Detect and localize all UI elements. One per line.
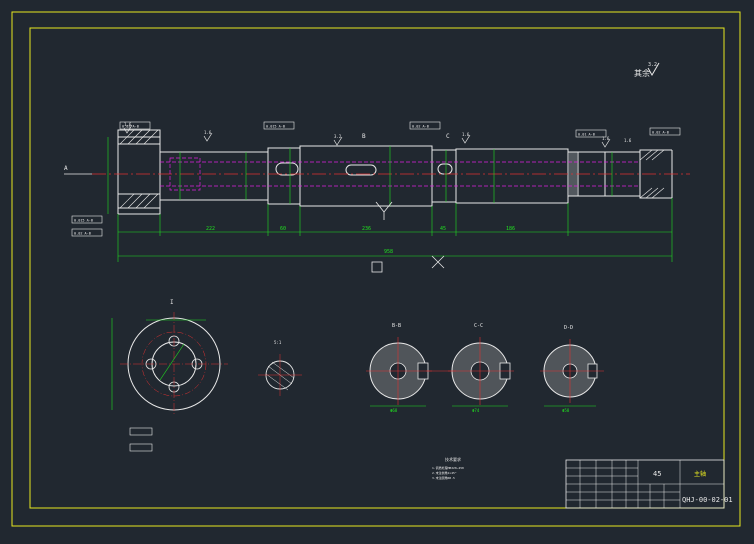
tolerance-frame-7: 0.02 A-B — [652, 131, 669, 135]
tech-req-line-1: 1.调质处理HB220~250 — [432, 465, 464, 470]
roughness-3: 3.2 — [334, 134, 342, 139]
outer-border — [11, 11, 741, 527]
flange-tolerance-frame — [129, 427, 153, 436]
surface-roughness-note: 其余 3.2 — [634, 62, 660, 78]
tolerance-frame-6: 0.01 A-B — [578, 133, 595, 137]
tolerance-frame-3: 0.02 A-B — [74, 232, 91, 236]
tech-req-line-3: 3.未注圆角R0.5 — [432, 475, 455, 480]
title-block-material: 45 — [653, 470, 661, 478]
section-dim-2: Φ74 — [472, 408, 480, 413]
datum-symbols — [371, 201, 445, 273]
dim-958: 958 — [384, 249, 393, 255]
tolerance-frame-4: 0.015 A-B — [266, 125, 285, 129]
title-block-drawing-number: QHJ-00-02-01 — [682, 496, 733, 504]
detail-label: I — [170, 299, 174, 306]
cross-section-2: C-C Φ74 — [448, 323, 514, 413]
section-dim-1: Φ68 — [390, 408, 398, 413]
datum-a: A — [64, 165, 68, 172]
section-label-c: C-C — [474, 323, 483, 329]
roughness-6: 1.6 — [624, 138, 632, 143]
roughness-2: 1.6 — [204, 130, 212, 135]
inner-border — [29, 27, 725, 509]
cross-section-3: D-D Φ58 — [540, 325, 604, 413]
dim-222: 222 — [206, 226, 215, 232]
length-dimension-labels: 222 60 236 45 186 958 — [206, 226, 515, 255]
datum-c: C — [446, 133, 450, 140]
tech-req-title: 技术要求 — [445, 456, 461, 462]
cad-drawing-canvas[interactable]: 其余 3.2 222 60 236 45 186 958 A B C 1.6 1… — [0, 0, 754, 540]
surface-note-text: 其余 — [634, 68, 650, 78]
dim-186: 186 — [506, 226, 515, 232]
section-label-d: D-D — [564, 325, 573, 331]
roughness-marks: 1.6 1.6 3.2 1.6 1.6 1.6 — [124, 122, 632, 143]
tolerance-frames — [71, 121, 681, 237]
drawing-sheet: 其余 3.2 222 60 236 45 186 958 A B C 1.6 1… — [11, 11, 741, 527]
technical-requirements: 技术要求 1.调质处理HB220~250 2.未注倒角1×45° 3.未注圆角R… — [432, 456, 464, 480]
main-shaft-view: 222 60 236 45 186 958 A B C 1.6 1.6 3.2 … — [64, 121, 690, 273]
dim-45: 45 — [440, 226, 446, 232]
tolerance-texts: 0.02 A-B 0.015 A-B 0.02 A-B 0.015 A-B 0.… — [74, 125, 669, 236]
roughness-value-general: 3.2 — [648, 62, 657, 68]
detail-scale: 5:1 — [274, 340, 282, 345]
title-block-part-name: 主轴 — [694, 470, 706, 478]
length-dimension-chain — [117, 198, 673, 262]
dim-60: 60 — [280, 226, 286, 232]
roughness-symbol-marks — [123, 124, 611, 148]
section-dim-3: Φ58 — [562, 408, 570, 413]
flange-end-view: I — [111, 299, 228, 452]
detail-view: 5:1 — [258, 340, 302, 396]
title-block: 45 主轴 QHJ-00-02-01 — [565, 459, 733, 509]
tolerance-frame-1: 0.02 A-B — [122, 125, 139, 129]
section-label-b: B-B — [392, 323, 401, 329]
dim-236: 236 — [362, 226, 371, 232]
roughness-4: 1.6 — [462, 132, 470, 137]
tech-req-line-2: 2.未注倒角1×45° — [432, 470, 457, 475]
datum-b: B — [362, 133, 366, 140]
tolerance-frame-2: 0.015 A-B — [74, 219, 93, 223]
cross-section-1: B-B Φ68 — [366, 323, 432, 413]
shaft-outline — [117, 136, 673, 215]
tolerance-frame-5: 0.02 A-B — [412, 125, 429, 129]
flange-datum-frame — [129, 443, 153, 452]
